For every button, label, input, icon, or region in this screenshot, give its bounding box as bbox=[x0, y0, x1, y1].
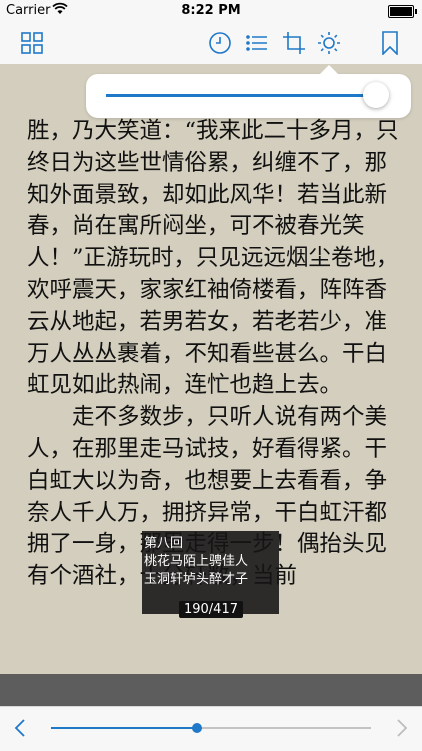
reading-progress-fill bbox=[51, 727, 197, 729]
reading-progress-thumb[interactable] bbox=[191, 723, 202, 733]
page-count-badge: 190/417 bbox=[179, 601, 243, 618]
popover-arrow bbox=[320, 65, 338, 74]
chapter-title-line-2: 玉洞轩垆头醉才子 bbox=[144, 572, 249, 587]
reader-toolbar bbox=[0, 22, 422, 64]
page-text: 胜，乃大笑道：“我来此二十多月，只终日为这些世情俗累，纠缠不了，那知外面景致，却… bbox=[27, 116, 407, 593]
bookmark-icon[interactable] bbox=[378, 31, 402, 55]
clock-icon[interactable] bbox=[208, 31, 232, 55]
status-bar: Carrier 8:22 PM bbox=[0, 0, 422, 22]
brightness-slider[interactable] bbox=[106, 82, 389, 108]
grid-icon[interactable] bbox=[20, 31, 44, 55]
reading-progress-slider[interactable] bbox=[51, 723, 371, 733]
list-icon[interactable] bbox=[245, 31, 269, 55]
bottom-navigation-bar bbox=[0, 706, 422, 751]
status-time: 8:22 PM bbox=[181, 3, 241, 18]
brightness-popover bbox=[86, 65, 411, 118]
brightness-slider-fill bbox=[106, 94, 376, 97]
previous-chapter-icon[interactable] bbox=[10, 717, 32, 739]
chapter-number: 第八回 bbox=[144, 536, 184, 551]
paragraph-1: 胜，乃大笑道：“我来此二十多月，只终日为这些世情俗累，纠缠不了，那知外面景致，却… bbox=[27, 118, 399, 399]
brightness-icon[interactable] bbox=[317, 31, 341, 55]
chapter-title-line-1: 桃花马陌上骋佳人 bbox=[144, 554, 249, 569]
battery-icon bbox=[388, 5, 417, 18]
brightness-slider-thumb[interactable] bbox=[363, 82, 389, 108]
next-chapter-icon[interactable] bbox=[390, 717, 412, 739]
crop-icon[interactable] bbox=[282, 31, 306, 55]
